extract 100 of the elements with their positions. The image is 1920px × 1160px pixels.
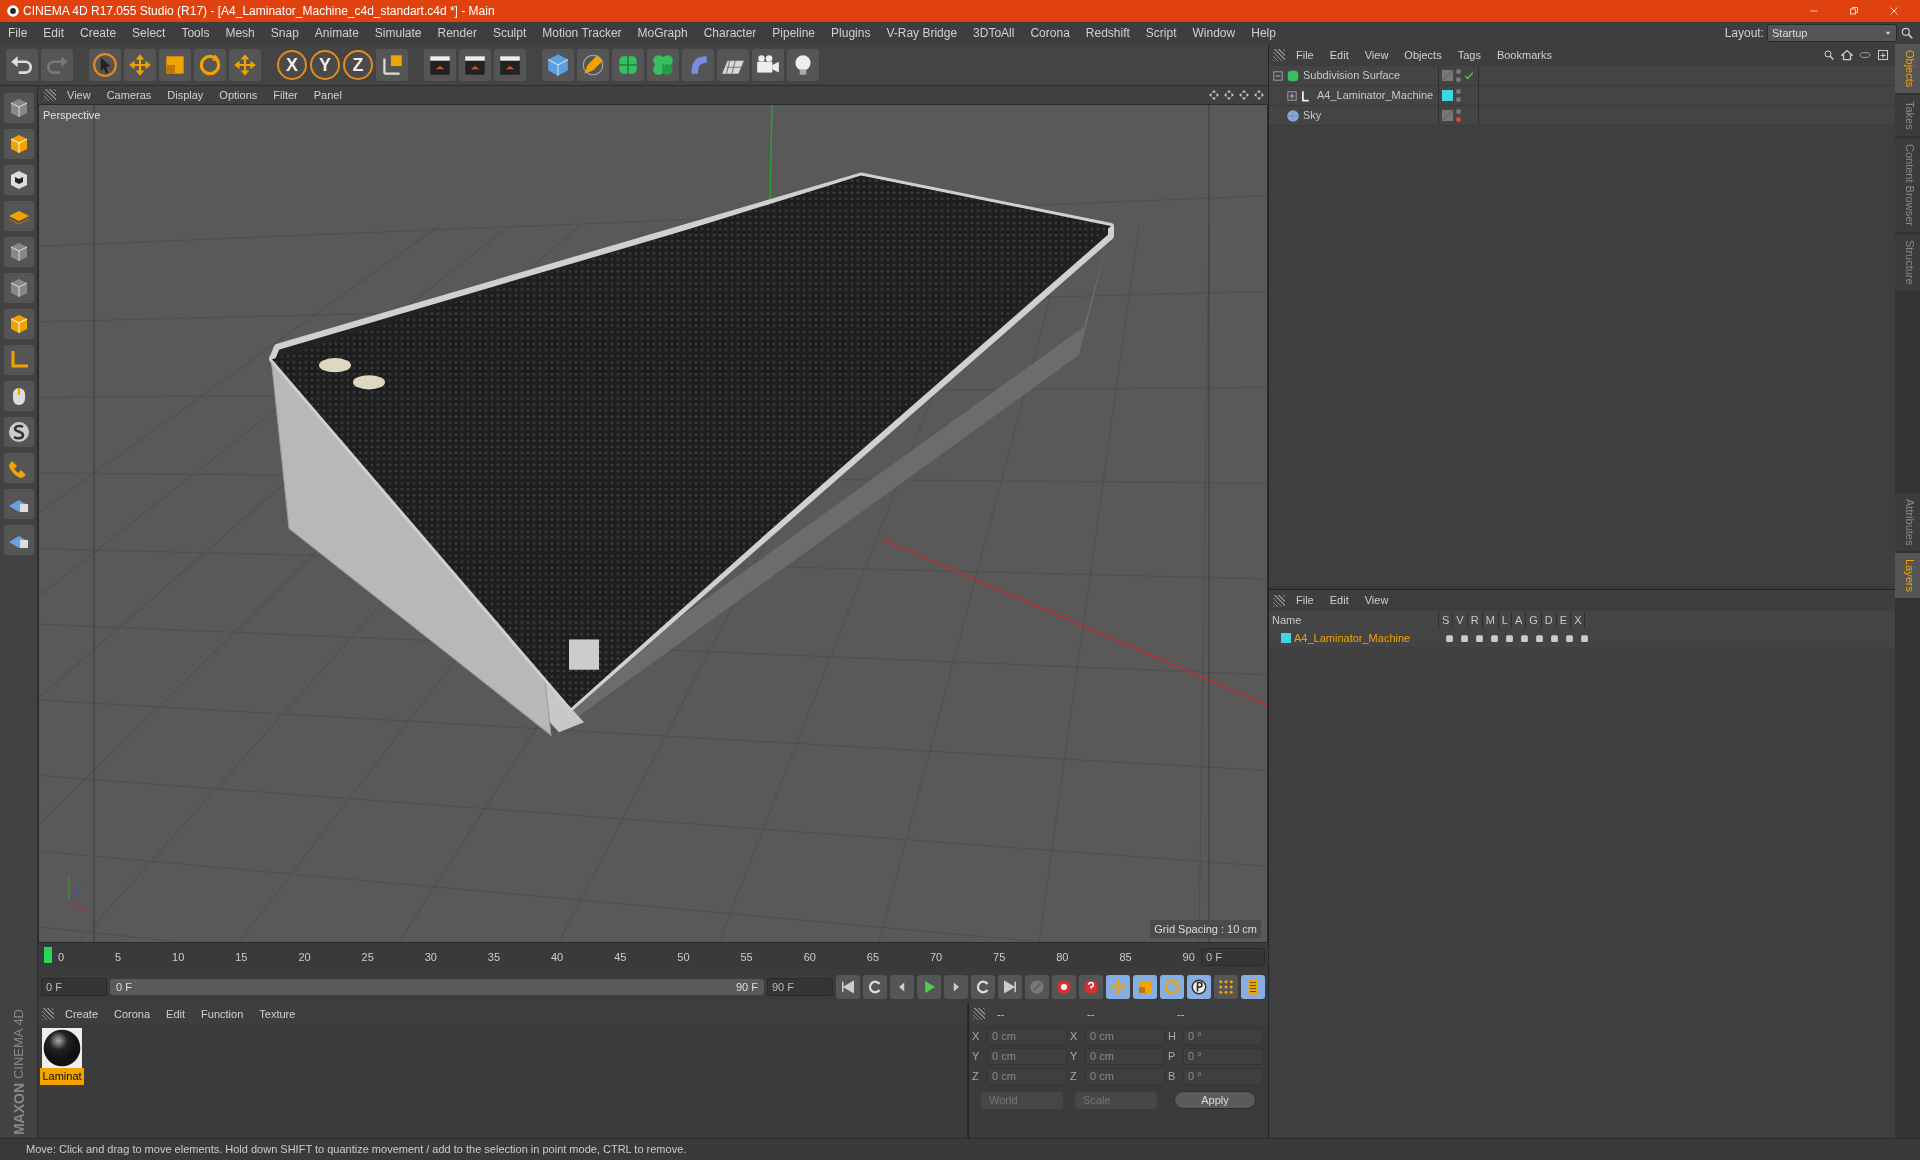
column-header[interactable]: E [1556,611,1572,629]
material-name[interactable]: Laminat [40,1068,84,1085]
layout-dropdown[interactable]: Startup [1767,24,1897,42]
collapse-icon[interactable] [1273,70,1283,81]
object-name[interactable]: A4_Laminator_Machine [1317,87,1434,104]
visibility-dots-icon[interactable] [1456,89,1461,102]
material-menu-item[interactable]: Texture [251,1005,304,1023]
frame-range-slider[interactable]: 0 F 90 F [110,979,764,995]
axis-lock-button[interactable]: X [277,49,307,80]
generator-icon[interactable] [1535,633,1544,643]
column-header[interactable]: M [1482,611,1499,629]
panel-grip-icon[interactable] [42,1008,54,1020]
menu-item[interactable]: Mesh [217,24,263,42]
layer-color-swatch[interactable] [1442,90,1453,101]
panel-tab[interactable]: Objects [1895,44,1920,94]
point-level-icon[interactable] [1217,978,1235,996]
menu-item[interactable]: Tools [173,24,218,42]
column-header[interactable]: R [1467,611,1483,629]
object-menu-item[interactable]: Bookmarks [1488,46,1560,64]
object-menu-item[interactable]: File [1288,46,1322,64]
panel-grip-icon[interactable] [973,1008,985,1020]
layer-color-swatch[interactable] [1281,633,1291,643]
column-header[interactable]: L [1498,611,1512,629]
xref-icon[interactable] [1580,633,1589,643]
restore-icon[interactable] [1848,5,1860,17]
cube-icon[interactable] [545,51,571,78]
playhead-marker[interactable] [44,947,52,963]
checkmark-icon[interactable] [1464,70,1474,81]
search-icon[interactable] [1823,49,1835,61]
material-menu-item[interactable]: Edit [158,1005,194,1023]
visibility-dots-icon[interactable] [1456,109,1461,122]
dolly-icon[interactable] [1223,89,1235,101]
solo-icon[interactable] [1445,633,1454,643]
column-header[interactable]: D [1541,611,1557,629]
first-frame-icon[interactable] [839,978,857,996]
menu-item[interactable]: Create [72,24,125,42]
object-menu-item[interactable]: Tags [1449,46,1489,64]
expression-icon[interactable] [1565,633,1574,643]
object-name[interactable]: Sky [1303,107,1322,124]
panel-grip-icon[interactable] [1273,49,1285,61]
menu-item[interactable]: Character [695,24,765,42]
menu-item[interactable]: File [0,24,36,42]
column-header[interactable]: X [1571,611,1586,629]
record-icon[interactable] [1055,978,1073,996]
object-menu-item[interactable]: View [1356,46,1397,64]
menu-item[interactable]: V-Ray Bridge [878,24,966,42]
menu-item[interactable]: Edit [35,24,73,42]
axis-lock-button[interactable]: Z [343,49,373,80]
close-icon[interactable] [1888,5,1900,17]
menu-item[interactable]: Simulate [366,24,430,42]
axis-lock-button[interactable]: Y [310,49,340,80]
panel-tab[interactable]: Layers [1895,553,1920,599]
menu-item[interactable]: Script [1137,24,1185,42]
menu-item[interactable]: Animate [306,24,367,42]
material-menu-item[interactable]: Corona [106,1005,159,1023]
layer-menu-item[interactable]: Edit [1321,592,1357,609]
column-header[interactable]: G [1526,611,1542,629]
menu-item[interactable]: Snap [262,24,307,42]
manager-icon[interactable] [1490,633,1499,643]
menu-item[interactable]: Select [124,24,174,42]
end-frame-field[interactable]: 90 F [767,978,833,996]
render-icon[interactable] [1475,633,1484,643]
menu-item[interactable]: Sculpt [484,24,535,42]
layer-menu-item[interactable]: View [1356,592,1397,609]
viewport-menu-item[interactable]: Options [211,86,266,104]
layer-menu-item[interactable]: File [1288,592,1322,609]
parameter-key-icon[interactable] [1190,978,1208,996]
column-header[interactable]: S [1439,611,1454,629]
object-name[interactable]: Subdivision Surface [1303,67,1401,84]
viewport-menu-item[interactable]: Panel [305,86,350,104]
snap-icon[interactable] [6,420,31,444]
panel-grip-icon[interactable] [1273,594,1285,607]
material-ball-icon[interactable] [42,1028,82,1068]
menu-item[interactable]: Redshift [1077,24,1138,42]
visibility-dots-icon[interactable] [1456,69,1461,82]
autokey-icon[interactable] [1082,978,1100,996]
visible-icon[interactable] [1460,633,1469,643]
panel-grip-icon[interactable] [44,89,56,101]
rotate-view-icon[interactable] [1238,89,1250,101]
material-menu-item[interactable]: Create [57,1005,107,1023]
menu-item[interactable]: Pipeline [764,24,824,42]
layer-name[interactable]: A4_Laminator_Machine [1294,629,1411,647]
column-header[interactable]: V [1453,611,1468,629]
menu-item[interactable]: 3DToAll [965,24,1023,42]
viewport-menu-item[interactable]: View [59,86,99,104]
menu-item[interactable]: MoGraph [629,24,696,42]
start-frame-field[interactable]: 0 F [41,978,107,996]
menu-item[interactable]: Plugins [823,24,879,42]
expand-icon[interactable] [1287,90,1297,101]
last-frame-icon[interactable] [1001,978,1019,996]
material-menu-item[interactable]: Function [193,1005,252,1023]
viewport-menu-item[interactable]: Display [159,86,212,104]
object-menu-item[interactable]: Edit [1321,46,1357,64]
menu-item[interactable]: Render [429,24,485,42]
menu-item[interactable]: Window [1184,24,1244,42]
menu-item[interactable]: Motion Tracker [534,24,630,42]
animation-icon[interactable] [1520,633,1529,643]
viewport-menu-item[interactable]: Filter [265,86,306,104]
column-header[interactable]: A [1511,611,1527,629]
menu-item[interactable]: Help [1243,24,1284,42]
